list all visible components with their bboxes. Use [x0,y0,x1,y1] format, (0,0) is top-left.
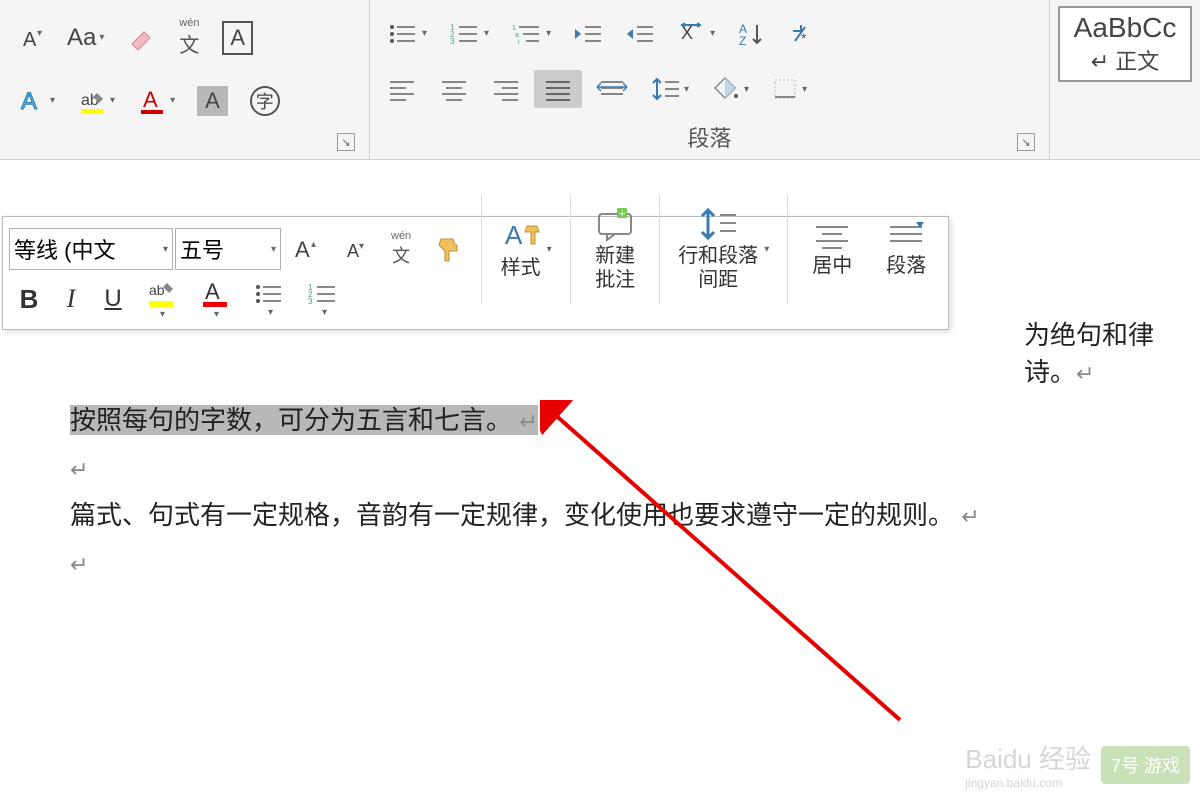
styles-group: AaBbCc ↵ 正文 [1050,0,1200,159]
underline-button[interactable]: U [93,281,133,317]
highlight-button-mini[interactable]: ab▾ [135,275,187,324]
bold-button[interactable]: B [9,280,49,319]
font-name-input[interactable]: 等线 (中文▾ [9,228,173,270]
align-center-button[interactable] [430,70,478,108]
decrease-indent-button[interactable] [564,14,612,54]
align-right-button[interactable] [482,70,530,108]
paragraph-dialog-launcher[interactable]: ↘ [1017,133,1035,151]
svg-text:A: A [347,241,359,261]
doc-line-3[interactable]: 篇式、句式有一定规格，音韵有一定规律，变化使用也要求遵守一定的规则。 ↵ [70,495,1130,537]
svg-text:Z: Z [739,34,746,47]
enclose-characters-button[interactable]: 字 [241,79,289,123]
doc-line-partial: 为绝句和律诗。↵ [1024,315,1200,389]
font-group: A▾ Aa▾ wén文 A A▾ ab▾ A▾ A 字 ↘ [0,0,370,159]
asian-layout-button[interactable]: X▾ [668,14,724,54]
svg-text:i: i [518,39,520,46]
style-normal[interactable]: AaBbCc ↵ 正文 [1058,6,1192,82]
font-dialog-launcher[interactable]: ↘ [337,133,355,151]
svg-text:▾: ▾ [359,241,364,252]
text-effects-button[interactable]: A▾ [8,80,64,122]
svg-text:3: 3 [450,37,455,46]
align-left-button[interactable] [378,70,426,108]
sort-button[interactable]: AZ [728,14,774,54]
font-color-button[interactable]: A▾ [128,80,184,122]
justify-button[interactable] [534,70,582,108]
svg-text:ab: ab [149,282,165,298]
shading-button[interactable]: ▾ [702,69,758,109]
format-painter-button[interactable] [423,231,473,267]
styles-dropdown[interactable]: A 样式 ▾ [490,214,562,284]
svg-text:3: 3 [308,297,313,306]
grow-font-button[interactable]: A▴ [283,231,331,267]
paragraph-group: ▾ 123▾ 1ai▾ X▾ AZ * ▾ ▾ ▾ 段落 ↘ [370,0,1050,159]
doc-line-selected[interactable]: 按照每句的字数，可分为五言和七言。 ↵ [70,400,1130,442]
character-border-button[interactable]: A [213,14,262,62]
center-button[interactable]: 居中 [796,216,868,282]
svg-text:A: A [505,220,523,250]
doc-empty-line-2[interactable]: ↵ [70,543,1130,585]
borders-button[interactable]: ▾ [762,69,816,109]
font-size-input[interactable]: 五号▾ [175,228,281,270]
svg-text:▾: ▾ [37,28,42,39]
numbering-button-mini[interactable]: 123▾ [297,277,349,322]
bullets-button-mini[interactable]: ▾ [243,277,295,322]
multilevel-list-button[interactable]: 1ai▾ [502,14,560,54]
document-area[interactable]: 按照每句的字数，可分为五言和七言。 ↵ ↵ 篇式、句式有一定规格，音韵有一定规律… [0,380,1200,610]
paragraph-group-label: 段落 [687,121,731,153]
ribbon-toolbar: A▾ Aa▾ wén文 A A▾ ab▾ A▾ A 字 ↘ ▾ 123▾ 1ai… [0,0,1200,160]
svg-text:+: + [619,208,625,220]
style-sample-text: AaBbCc [1072,12,1178,44]
svg-text:A: A [205,279,220,304]
line-spacing-dropdown[interactable]: 行和段落间距 ▾ [668,202,779,296]
svg-text:a: a [515,32,519,39]
style-name-text: ↵ 正文 [1072,44,1178,76]
phonetic-guide-button[interactable]: wén文 [169,10,209,65]
mini-toolbar: 等线 (中文▾ 五号▾ A▴ A▾ wén文 A 样式 ▾ + 新建批注 行和段… [2,216,949,330]
phonetic-guide-button-mini[interactable]: wén文 [381,226,421,272]
svg-text:A: A [23,29,37,51]
distribute-button[interactable] [586,68,638,110]
svg-text:A: A [143,87,158,112]
clear-formatting-button[interactable] [117,17,165,59]
watermark: Baidu 经验 jingyan.baidu.com 7号 游戏 [965,739,1190,790]
shrink-font-button-mini[interactable]: A▾ [333,231,379,267]
change-case-button[interactable]: Aa▾ [58,17,113,59]
character-shading-button[interactable]: A [188,79,237,123]
svg-text:A: A [295,237,310,262]
bullets-button[interactable]: ▾ [378,14,436,54]
doc-empty-line[interactable]: ↵ [70,448,1130,490]
font-color-button-mini[interactable]: A▾ [189,275,241,324]
svg-text:*: * [801,30,807,46]
show-hide-marks-button[interactable]: * [778,14,824,54]
svg-text:A: A [21,88,37,115]
italic-button[interactable]: I [51,280,91,318]
highlight-button[interactable]: ab▾ [68,80,124,122]
line-spacing-button[interactable]: ▾ [642,68,698,110]
paragraph-button[interactable]: 段落 [870,216,942,282]
numbering-button[interactable]: 123▾ [440,14,498,54]
svg-text:▴: ▴ [311,239,316,250]
new-comment-button[interactable]: + 新建批注 [579,202,651,296]
increase-indent-button[interactable] [616,14,664,54]
svg-text:1: 1 [512,25,516,32]
shrink-font-button[interactable]: A▾ [8,17,54,59]
